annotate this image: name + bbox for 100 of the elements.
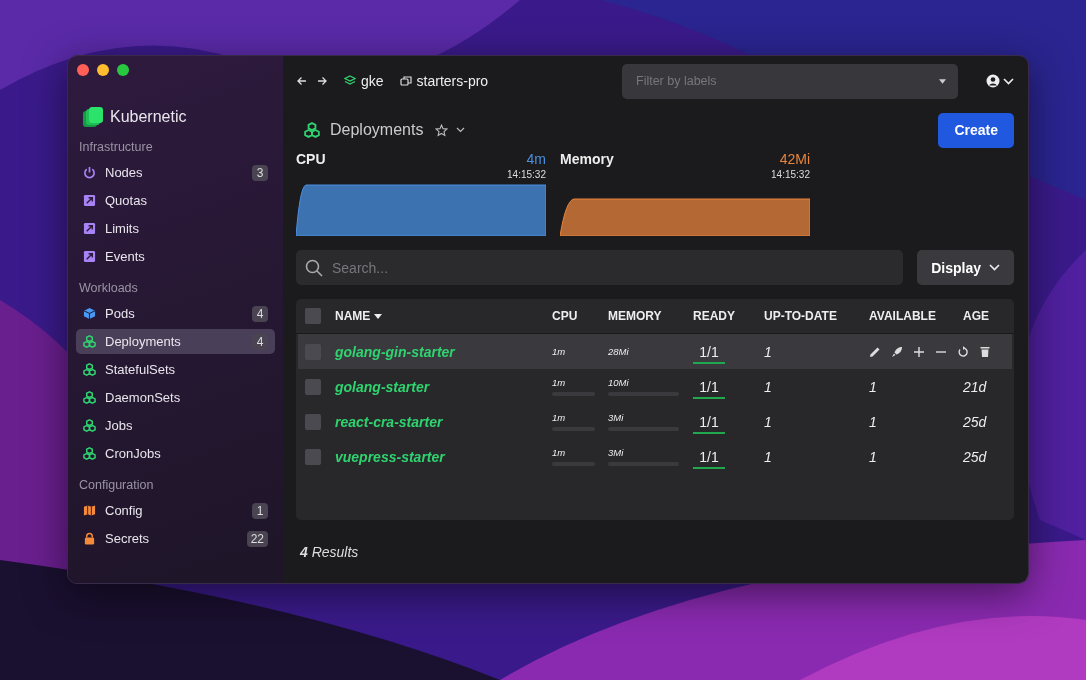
star-icon[interactable] (435, 123, 449, 137)
section-title: Configuration (79, 478, 155, 492)
cubes-icon (83, 447, 96, 460)
plus-icon[interactable] (913, 345, 925, 358)
table-cell-text: 1 (764, 448, 773, 465)
page-title: Deployments (330, 121, 424, 139)
results-count: 4 Results (299, 544, 360, 560)
ready-count: 1/1 (693, 413, 725, 434)
create-button[interactable]: Create (938, 112, 1014, 148)
lock-icon (83, 532, 96, 545)
metric-value: 42Mi (779, 151, 810, 167)
metric-time: 14:15:32 (770, 169, 810, 180)
table-row[interactable]: golang-starter 1m 10Mi 1/1 1 1 21d (296, 369, 1014, 404)
display-button[interactable]: Display (917, 250, 1014, 285)
map-icon (83, 504, 96, 517)
sidebar-item[interactable]: Secrets 22 (76, 526, 275, 551)
edit-icon[interactable] (869, 345, 881, 358)
deployment-link[interactable]: vuepress-starter (335, 448, 552, 465)
sidebar-item[interactable]: Events (76, 244, 275, 269)
sidebar-item[interactable]: StatefulSets (76, 357, 275, 382)
checkbox[interactable] (305, 448, 321, 465)
search-field[interactable]: Search... (296, 250, 904, 285)
section-title: Infrastructure (79, 140, 154, 154)
column-header[interactable]: AGE (963, 309, 1013, 323)
namespace-link[interactable]: starters-pro (399, 73, 489, 89)
column-header[interactable]: NAME (335, 309, 552, 323)
sidebar-item[interactable]: Pods 4 (76, 301, 275, 326)
count-badge: 1 (252, 502, 268, 519)
column-header[interactable]: MEMORY (608, 309, 693, 323)
metric-label: Memory (560, 151, 614, 167)
ready-count: 1/1 (693, 448, 725, 469)
sidebar-item[interactable]: DaemonSets (76, 385, 275, 410)
table-row[interactable]: vuepress-starter 1m 3Mi 1/1 1 1 25d (296, 439, 1014, 474)
section-title: Workloads (79, 281, 139, 295)
cpu-usage: 1m (552, 346, 567, 357)
sidebar-item[interactable]: Jobs (76, 413, 275, 438)
refresh-icon[interactable] (957, 345, 969, 358)
cluster-link[interactable]: gke (344, 73, 384, 89)
external-link-icon (83, 194, 96, 207)
cube-icon (83, 307, 96, 320)
checkbox[interactable] (305, 308, 321, 324)
ready-count: 1/1 (693, 343, 725, 364)
rocket-icon[interactable] (891, 345, 903, 358)
cubes-icon (304, 122, 320, 138)
sidebar-item[interactable]: Nodes 3 (76, 160, 275, 185)
sidebar-item[interactable]: Limits (76, 216, 275, 241)
table-cell-text: 1 (764, 413, 773, 430)
memory-usage: 28Mi (608, 346, 630, 357)
memory-usage: 10Mi (608, 377, 630, 388)
layers-icon (344, 75, 356, 87)
deployment-link[interactable]: golang-starter (335, 378, 552, 395)
filter-field[interactable]: Filter by labels (622, 63, 958, 99)
trash-icon[interactable] (979, 345, 991, 358)
column-header[interactable]: AVAILABLE (869, 309, 963, 323)
close-button[interactable] (77, 64, 89, 76)
table-row[interactable]: react-cra-starter 1m 3Mi 1/1 1 1 25d (296, 404, 1014, 439)
back-icon[interactable] (296, 75, 308, 87)
sidebar-item[interactable]: Config 1 (76, 498, 275, 523)
chevron-down-icon (989, 264, 1000, 271)
metric-time: 14:15:32 (506, 169, 546, 180)
external-link-icon (83, 250, 96, 263)
column-header[interactable]: UP-TO-DATE (764, 309, 869, 323)
dropdown-caret-icon (939, 78, 946, 84)
sort-caret-icon (374, 313, 383, 319)
sidebar-item[interactable]: CronJobs (76, 441, 275, 466)
table-cell-text: 1 (869, 378, 878, 395)
table-cell-text: 1 (764, 343, 773, 360)
logo-icon (82, 106, 104, 128)
cubes-icon (83, 419, 96, 432)
count-badge: 4 (252, 305, 268, 322)
count-badge: 22 (246, 530, 268, 547)
maximize-button[interactable] (117, 64, 129, 76)
column-header[interactable]: CPU (552, 309, 608, 323)
column-header[interactable]: READY (693, 309, 764, 323)
cubes-icon (83, 335, 96, 348)
table-cell-text: 25d (963, 448, 988, 465)
metric-label: CPU (296, 151, 326, 167)
user-icon (986, 74, 1000, 88)
sidebar-item[interactable]: Quotas (76, 188, 275, 213)
sidebar-item[interactable]: Deployments 4 (76, 329, 275, 354)
minimize-button[interactable] (97, 64, 109, 76)
checkbox[interactable] (305, 413, 321, 430)
table-row[interactable]: golang-gin-starter 1m 28Mi 1/1 1 (298, 334, 1012, 369)
metric-value: 4m (526, 151, 546, 167)
table-cell-text: 25d (963, 413, 988, 430)
count-badge: 3 (252, 164, 268, 181)
ready-count: 1/1 (693, 378, 725, 399)
cubes-icon (83, 391, 96, 404)
checkbox[interactable] (305, 378, 321, 395)
deployment-link[interactable]: react-cra-starter (335, 413, 552, 430)
power-icon (83, 166, 96, 179)
external-link-icon (83, 222, 96, 235)
forward-icon[interactable] (316, 75, 328, 87)
search-icon (305, 259, 323, 277)
chevron-down-icon[interactable] (456, 127, 466, 133)
app-name: Kubernetic (110, 108, 187, 126)
user-menu[interactable] (986, 74, 1014, 88)
chevron-down-icon (1003, 77, 1014, 85)
memory-usage: 3Mi (608, 447, 625, 458)
deployment-link[interactable]: golang-gin-starter (335, 343, 552, 360)
